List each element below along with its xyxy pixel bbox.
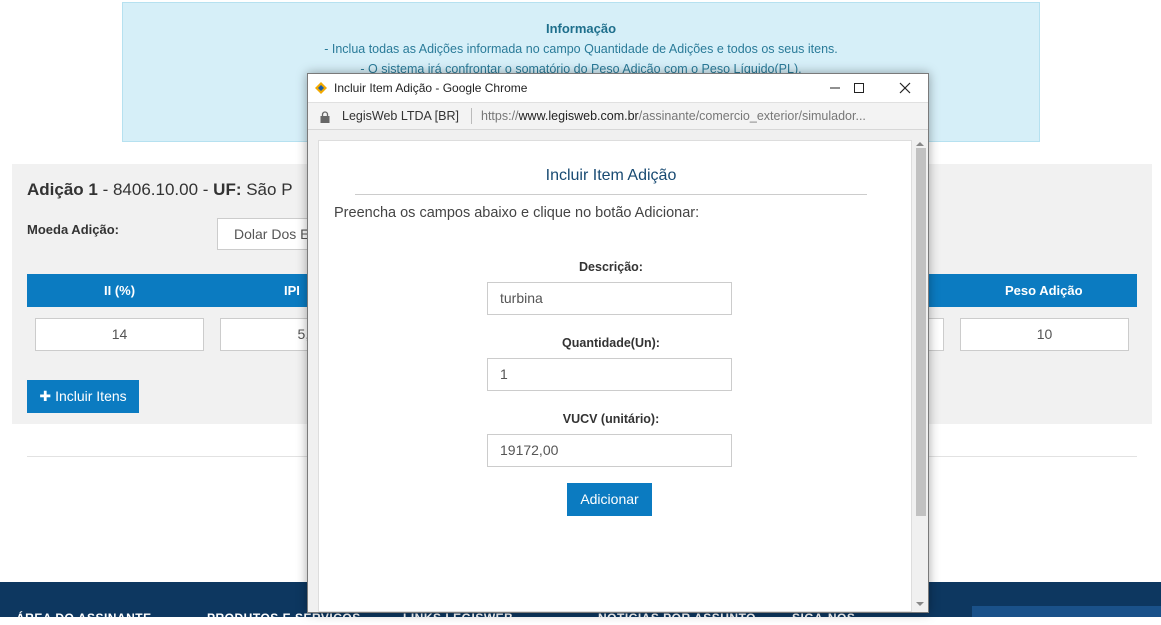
- incluir-itens-label: Incluir Itens: [55, 388, 127, 404]
- scroll-up-icon[interactable]: [916, 142, 924, 146]
- modal-title: Incluir Item Adição: [545, 167, 677, 184]
- quantidade-input[interactable]: 1: [487, 358, 732, 391]
- site-identity: LegisWeb LTDA [BR]: [342, 109, 459, 123]
- uf-label: UF:: [213, 180, 242, 199]
- footer-area-assinante[interactable]: ÁREA DO ASSINANTE: [16, 611, 152, 625]
- adicao-label: Adição 1: [27, 180, 98, 199]
- legisweb-app-icon: [315, 82, 327, 94]
- peso-adicao-input[interactable]: 10: [960, 318, 1129, 351]
- popup-window: Incluir Item Adição - Google Chrome Legi…: [307, 73, 929, 613]
- quantidade-label: Quantidade(Un):: [562, 336, 660, 350]
- header-peso-adicao: Peso Adição: [1005, 283, 1083, 298]
- descricao-label: Descrição:: [579, 260, 643, 274]
- scroll-down-icon[interactable]: [916, 602, 924, 606]
- url-path: /assinante/comercio_exterior/simulador..…: [638, 109, 866, 123]
- header-ii: II (%): [104, 283, 136, 298]
- maximize-icon[interactable]: [836, 74, 882, 102]
- adicionar-button[interactable]: Adicionar: [567, 483, 652, 516]
- incluir-itens-button[interactable]: ✚ Incluir Itens: [27, 380, 139, 413]
- modal-content: Incluir Item Adição Preencha os campos a…: [318, 140, 912, 612]
- moeda-label: Moeda Adição:: [27, 222, 119, 237]
- lock-icon: [320, 111, 330, 123]
- scrollbar[interactable]: [913, 140, 928, 612]
- url-scheme: https://: [481, 109, 519, 123]
- vucv-label: VUCV (unitário):: [562, 412, 660, 426]
- adicao-ncm: - 8406.10.00 -: [97, 180, 214, 199]
- modal-divider: [355, 194, 867, 195]
- footer-noticias[interactable]: NOTÍCIAS POR ASSUNTO: [598, 611, 756, 625]
- adicao-title: Adição 1 - 8406.10.00 - UF: São P: [27, 180, 293, 200]
- close-icon[interactable]: [882, 74, 928, 102]
- descricao-input[interactable]: turbina: [487, 282, 732, 315]
- uf-value: São P: [241, 180, 293, 199]
- modal-instructions: Preencha os campos abaixo e clique no bo…: [334, 205, 700, 221]
- footer-links-legisweb[interactable]: LINKS LEGISWEB: [403, 611, 513, 625]
- scroll-thumb[interactable]: [916, 148, 926, 516]
- window-title: Incluir Item Adição - Google Chrome: [334, 81, 528, 95]
- info-title: Informação: [545, 21, 617, 36]
- ii-input[interactable]: 14: [35, 318, 204, 351]
- url-host: www.legisweb.com.br: [518, 109, 639, 123]
- window-titlebar[interactable]: Incluir Item Adição - Google Chrome: [308, 74, 928, 102]
- address-separator: [471, 108, 472, 124]
- plus-icon: ✚: [39, 388, 52, 404]
- url-text: https://www.legisweb.com.br/assinante/co…: [481, 109, 921, 123]
- header-ipi: IPI: [284, 283, 300, 298]
- footer-siga-nos[interactable]: SIGA-NOS: [792, 611, 855, 625]
- footer-produtos-servicos[interactable]: PRODUTOS E SERVIÇOS: [207, 611, 361, 625]
- footer-block: [972, 606, 1161, 617]
- address-bar[interactable]: LegisWeb LTDA [BR] https://www.legisweb.…: [308, 102, 928, 130]
- vucv-input[interactable]: 19172,00: [487, 434, 732, 467]
- info-line-1: - Inclua todas as Adições informada no c…: [324, 42, 838, 56]
